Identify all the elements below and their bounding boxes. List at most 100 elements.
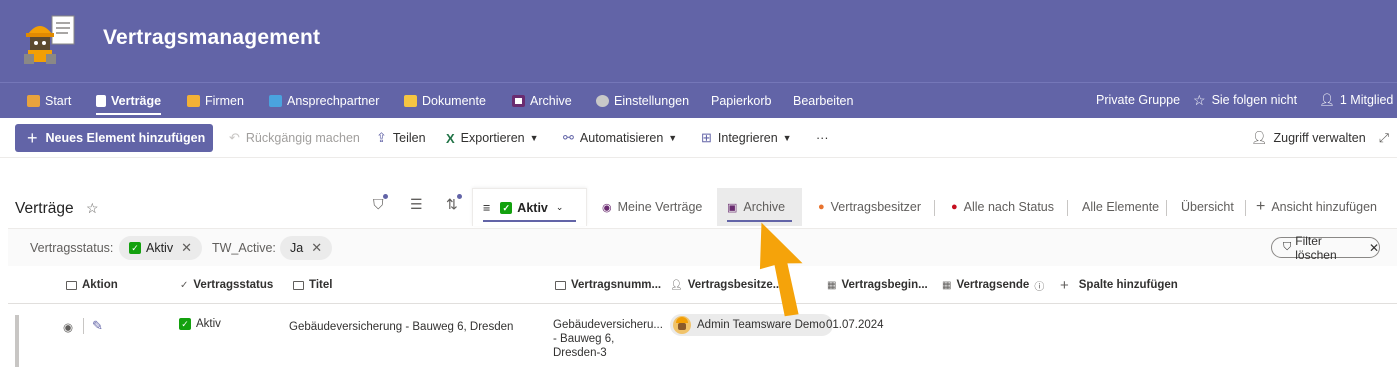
- edit-pencil-icon[interactable]: ✎: [92, 318, 103, 334]
- expand-icon[interactable]: ⤢: [1379, 118, 1389, 158]
- people-icon: ●: [818, 201, 825, 213]
- text-field-icon: [555, 280, 566, 290]
- more-button[interactable]: ···: [816, 118, 829, 158]
- tab-label: Alle Elemente: [1082, 200, 1160, 214]
- site-header: Vertragsmanagement: [0, 0, 1397, 82]
- nav-item-archive[interactable]: Archive: [512, 83, 572, 119]
- favorite-star-icon[interactable]: ☆: [86, 200, 99, 217]
- contact-card-icon: [269, 95, 282, 107]
- private-group-label[interactable]: Private Gruppe: [1096, 82, 1180, 118]
- list-title: Verträge: [15, 200, 74, 217]
- excel-icon: X: [446, 130, 455, 146]
- nav-label: Firmen: [205, 94, 244, 108]
- nav-item-start[interactable]: Start: [27, 83, 71, 119]
- column-header-vertragsbeginn[interactable]: ▦ Vertragsbegin...: [827, 266, 928, 304]
- house-icon: [27, 95, 40, 107]
- share-label: Teilen: [392, 131, 426, 145]
- number-line: Dresden-3: [553, 347, 607, 359]
- filter-pill-aktiv[interactable]: ✓ Aktiv ✕: [119, 236, 202, 260]
- column-label: Vertragsbegin...: [841, 279, 928, 291]
- tab-archive[interactable]: ▣ Archive: [717, 188, 802, 226]
- floppy-disk-icon: ▣: [727, 201, 738, 214]
- traffic-light-icon: ●: [951, 201, 958, 213]
- owner-name: Admin Teamsware Demo: [697, 319, 826, 331]
- column-label: Vertragsende: [956, 279, 1030, 291]
- divider: [934, 200, 935, 216]
- nav-label: Start: [45, 94, 72, 108]
- clear-filters-button[interactable]: ⛉ Filter löschen ✕: [1271, 234, 1380, 262]
- info-icon[interactable]: ⓘ: [1034, 278, 1044, 293]
- tab-label: Alle nach Status: [963, 200, 1054, 214]
- manage-access-label: Zugriff verwalten: [1273, 131, 1366, 145]
- automate-label: Automatisieren: [579, 131, 664, 145]
- status-value: Aktiv: [196, 318, 221, 330]
- owner-person-pill[interactable]: Admin Teamsware Demo: [670, 314, 834, 336]
- nav-item-firmen[interactable]: Firmen: [187, 83, 244, 119]
- undo-button[interactable]: ↶ Rückgängig machen: [229, 118, 360, 158]
- nav-item-bearbeiten[interactable]: Bearbeiten: [793, 83, 853, 119]
- check-circle-icon: ✓: [180, 279, 189, 291]
- new-item-button[interactable]: + Neues Element hinzufügen: [15, 124, 213, 152]
- filter-label-vertragsstatus: Vertragsstatus:: [30, 241, 114, 255]
- add-view-button[interactable]: + Ansicht hinzufügen: [1246, 188, 1387, 226]
- table-row[interactable]: ◉ ✎ ✓ Aktiv Gebäudeversicherung - Bauweg …: [8, 305, 1397, 367]
- filter-icon[interactable]: ⛉: [373, 194, 388, 213]
- calendar-icon: ▦: [827, 279, 837, 291]
- tab-meine-vertraege[interactable]: ◉ Meine Verträge: [592, 188, 712, 226]
- add-view-label: Ansicht hinzufügen: [1271, 200, 1377, 214]
- avatar: [673, 316, 691, 334]
- tab-label: Meine Verträge: [617, 200, 703, 214]
- add-column-button[interactable]: + Spalte hinzufügen: [1060, 266, 1178, 304]
- follow-button[interactable]: ☆ Sie folgen nicht: [1193, 82, 1297, 118]
- tab-label: Aktiv: [517, 200, 548, 215]
- folder-icon: [404, 95, 417, 107]
- column-header-vertragsbesitzer[interactable]: 👤︎ Vertragsbesitze...: [670, 266, 782, 304]
- group-by-icon[interactable]: ☰: [410, 196, 423, 213]
- filter-icon: ⛉: [1283, 241, 1292, 253]
- nav-item-papierkorb[interactable]: Papierkorb: [711, 83, 771, 119]
- column-header-vertragsnummer[interactable]: Vertragsnumm...: [555, 266, 661, 304]
- tab-label: Übersicht: [1181, 200, 1234, 214]
- close-icon[interactable]: ✕: [311, 240, 322, 256]
- view-eye-icon[interactable]: ◉: [63, 320, 73, 334]
- person-icon: 👤︎: [670, 279, 683, 291]
- automate-button[interactable]: ⚯ Automatisieren ▼: [563, 118, 677, 158]
- column-label: Vertragsstatus: [193, 279, 274, 291]
- members-button[interactable]: 👤︎ 1 Mitglied: [1319, 82, 1393, 118]
- share-button[interactable]: ⇪ Teilen: [376, 118, 426, 158]
- nav-item-dokumente[interactable]: Dokumente: [404, 83, 486, 119]
- construction-worker-logo-icon[interactable]: [22, 14, 80, 66]
- status-cell: ✓ Aktiv: [179, 318, 221, 330]
- column-header-titel[interactable]: Titel: [293, 266, 332, 304]
- members-label: 1 Mitglied: [1339, 93, 1394, 107]
- nav-item-einstellungen[interactable]: Einstellungen: [596, 83, 689, 119]
- column-label: Titel: [309, 279, 333, 291]
- column-label: Spalte hinzufügen: [1078, 279, 1178, 291]
- clear-filters-label: Filter löschen: [1295, 233, 1337, 262]
- divider: [1166, 200, 1167, 216]
- column-header-vertragsende[interactable]: ▦ Vertragsende ⓘ: [942, 266, 1044, 304]
- manage-access-button[interactable]: 👤︎ Zugriff verwalten: [1251, 118, 1366, 158]
- close-icon[interactable]: ✕: [181, 240, 192, 256]
- sort-icon[interactable]: ⇅: [446, 194, 462, 213]
- nav-label: Verträge: [111, 94, 162, 108]
- nav-item-ansprechpartner[interactable]: Ansprechpartner: [269, 83, 379, 119]
- number-cell: Gebäudeversicheru... - Bauweg 6, Dresden…: [553, 318, 663, 360]
- tab-uebersicht[interactable]: Übersicht: [1171, 188, 1244, 226]
- column-header-vertragsstatus[interactable]: ✓ Vertragsstatus: [180, 266, 273, 304]
- integrate-label: Integrieren: [717, 131, 778, 145]
- column-header-aktion[interactable]: Aktion: [66, 266, 118, 304]
- nav-item-vertraege[interactable]: Verträge: [96, 83, 162, 119]
- integrate-button[interactable]: ⊞ Integrieren ▼: [701, 118, 792, 158]
- tab-vertragsbesitzer[interactable]: ● Vertragsbesitzer: [808, 188, 931, 226]
- title-cell[interactable]: Gebäudeversicherung - Bauweg 6, Dresden: [289, 321, 513, 333]
- tab-aktiv[interactable]: ≡ ✓ Aktiv ⌄: [472, 188, 587, 226]
- filter-pill-ja[interactable]: Ja ✕: [280, 236, 333, 260]
- export-button[interactable]: X Exportieren ▼: [446, 118, 539, 158]
- checkbox-checked-icon: ✓: [129, 242, 141, 254]
- site-title[interactable]: Vertragsmanagement: [103, 26, 320, 50]
- column-label: Vertragsbesitze...: [687, 279, 783, 291]
- filter-label-tw-active: TW_Active:: [212, 241, 276, 255]
- tab-alle-elemente[interactable]: Alle Elemente: [1072, 188, 1169, 226]
- tab-alle-nach-status[interactable]: ● Alle nach Status: [941, 188, 1064, 226]
